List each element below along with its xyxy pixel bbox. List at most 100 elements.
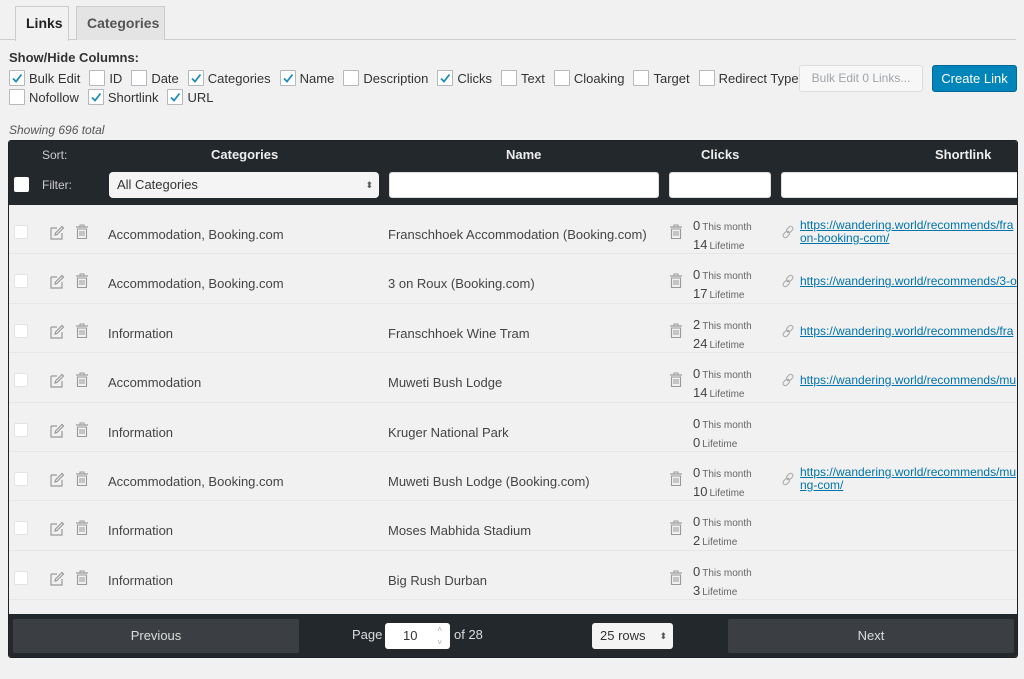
clicks-filter-input[interactable]: [669, 172, 771, 198]
column-toggle-nofollow[interactable]: Nofollow: [9, 87, 79, 107]
shortlink-link[interactable]: https://wandering.world/recommends/mu: [800, 374, 1017, 387]
sort-name-header[interactable]: Name: [506, 147, 541, 162]
trash-icon[interactable]: [75, 224, 89, 240]
row-checkbox[interactable]: [14, 422, 28, 437]
reset-clicks-trash-icon[interactable]: [669, 520, 683, 536]
trash-icon[interactable]: [75, 570, 89, 586]
page-spinner-icon[interactable]: ˄ ˅: [437, 623, 442, 649]
column-checkbox[interactable]: [553, 70, 570, 86]
name-cell[interactable]: Franschhoek Accommodation (Booking.com): [388, 227, 647, 242]
shortlink-text[interactable]: https://wandering.world/recommends/3-o: [800, 275, 1017, 288]
shortlink-link[interactable]: https://wandering.world/recommends/fra: [800, 325, 1017, 338]
row-checkbox[interactable]: [14, 373, 28, 388]
edit-icon[interactable]: [49, 521, 65, 537]
name-filter-input[interactable]: [389, 172, 659, 198]
reset-clicks-trash-icon[interactable]: [669, 570, 683, 586]
previous-page-button[interactable]: Previous: [13, 619, 299, 653]
select-all-checkbox[interactable]: [14, 177, 29, 192]
column-toggle-label: Name: [299, 70, 335, 86]
column-checkbox[interactable]: [343, 70, 360, 86]
column-toggle-target[interactable]: Target: [633, 68, 690, 88]
column-toggle-categories[interactable]: Categories: [187, 68, 271, 88]
reset-clicks-trash-icon[interactable]: [669, 323, 683, 339]
shortlink-filter-input[interactable]: [781, 172, 1017, 198]
reset-clicks-trash-icon[interactable]: [669, 273, 683, 289]
column-toggle-text[interactable]: Text: [501, 68, 545, 88]
rows-per-page-select[interactable]: 25 rows ⬍: [592, 623, 673, 649]
page-number-input[interactable]: 10 ˄ ˅: [385, 623, 450, 649]
sort-clicks-header[interactable]: Clicks: [701, 147, 739, 162]
column-checkbox[interactable]: [279, 70, 296, 86]
reset-clicks-trash-icon[interactable]: [669, 471, 683, 487]
column-checkbox[interactable]: [437, 70, 454, 86]
column-toggle-shortlink[interactable]: Shortlink: [87, 87, 158, 107]
name-cell[interactable]: Big Rush Durban: [388, 573, 487, 588]
next-page-button[interactable]: Next: [728, 619, 1014, 653]
sort-shortlink-header[interactable]: Shortlink: [935, 147, 991, 162]
row-checkbox[interactable]: [14, 274, 28, 289]
column-checkbox[interactable]: [89, 70, 106, 86]
clicks-lifetime-value: 0: [693, 434, 701, 450]
name-cell[interactable]: Franschhoek Wine Tram: [388, 326, 530, 341]
column-checkbox[interactable]: [87, 89, 104, 105]
edit-icon[interactable]: [49, 274, 65, 290]
column-toggle-clicks[interactable]: Clicks: [437, 68, 492, 88]
column-checkbox[interactable]: [633, 70, 650, 86]
shortlink-text-continued[interactable]: on-booking-com/: [800, 232, 1017, 245]
name-cell[interactable]: Muweti Bush Lodge (Booking.com): [388, 474, 590, 489]
trash-icon[interactable]: [75, 273, 89, 289]
row-checkbox[interactable]: [14, 570, 28, 585]
category-filter-select[interactable]: All Categories ⬍: [109, 172, 379, 198]
tab-links[interactable]: Links: [15, 6, 69, 41]
row-checkbox[interactable]: [14, 323, 28, 338]
name-cell[interactable]: 3 on Roux (Booking.com): [388, 276, 535, 291]
column-toggle-cloaking[interactable]: Cloaking: [553, 68, 624, 88]
shortlink-link[interactable]: https://wandering.world/recommends/fra on…: [800, 219, 1017, 245]
edit-icon[interactable]: [49, 373, 65, 389]
edit-icon[interactable]: [49, 225, 65, 241]
column-checkbox[interactable]: [9, 70, 25, 86]
trash-icon[interactable]: [75, 422, 89, 438]
column-toggle-redirect-type[interactable]: Redirect Type: [698, 68, 799, 88]
reset-clicks-trash-icon[interactable]: [669, 224, 683, 240]
column-checkbox[interactable]: [9, 89, 25, 105]
name-cell[interactable]: Muweti Bush Lodge: [388, 375, 502, 390]
trash-icon[interactable]: [75, 372, 89, 388]
row-checkbox[interactable]: [14, 471, 28, 486]
column-checkbox[interactable]: [167, 89, 184, 105]
edit-icon[interactable]: [49, 324, 65, 340]
shortlink-text-continued[interactable]: ng-com/: [800, 478, 1017, 492]
shortlink-text[interactable]: https://wandering.world/recommends/mu: [800, 466, 1017, 479]
column-checkbox[interactable]: [187, 70, 204, 86]
bulk-edit-button[interactable]: Bulk Edit 0 Links...: [799, 65, 923, 92]
column-checkbox[interactable]: [698, 70, 715, 86]
column-toggle-url[interactable]: URL: [167, 87, 213, 107]
trash-icon[interactable]: [75, 520, 89, 536]
shortlink-text[interactable]: https://wandering.world/recommends/fra: [800, 325, 1017, 338]
reset-clicks-trash-icon[interactable]: [669, 372, 683, 388]
table-body: Accommodation, Booking.com Franschhoek Ac…: [9, 205, 1017, 601]
column-toggle-name[interactable]: Name: [279, 68, 335, 88]
edit-icon[interactable]: [49, 472, 65, 488]
column-checkbox[interactable]: [501, 70, 518, 86]
edit-icon[interactable]: [49, 423, 65, 439]
shortlink-link[interactable]: https://wandering.world/recommends/3-o: [800, 275, 1017, 288]
name-cell[interactable]: Moses Mabhida Stadium: [388, 523, 531, 538]
shortlink-link[interactable]: https://wandering.world/recommends/mu ng-…: [800, 466, 1017, 492]
name-cell[interactable]: Kruger National Park: [388, 425, 509, 440]
tab-categories[interactable]: Categories: [76, 6, 165, 40]
edit-icon[interactable]: [49, 571, 65, 587]
column-checkbox[interactable]: [131, 70, 148, 86]
column-toggle-date[interactable]: Date: [131, 68, 179, 88]
row-checkbox[interactable]: [14, 225, 28, 239]
column-toggle-description[interactable]: Description: [343, 68, 428, 88]
trash-icon[interactable]: [75, 323, 89, 339]
table-row: Information Franschhoek Wine Tram 2 This mo…: [9, 304, 1017, 354]
trash-icon[interactable]: [75, 471, 89, 487]
sort-categories-header[interactable]: Categories: [211, 147, 278, 162]
row-checkbox[interactable]: [14, 521, 28, 536]
shortlink-text[interactable]: https://wandering.world/recommends/mu: [800, 374, 1017, 387]
column-toggle-bulk-edit[interactable]: Bulk Edit: [9, 68, 80, 88]
column-toggle-id[interactable]: ID: [89, 68, 122, 88]
create-link-button[interactable]: Create Link: [932, 65, 1017, 92]
